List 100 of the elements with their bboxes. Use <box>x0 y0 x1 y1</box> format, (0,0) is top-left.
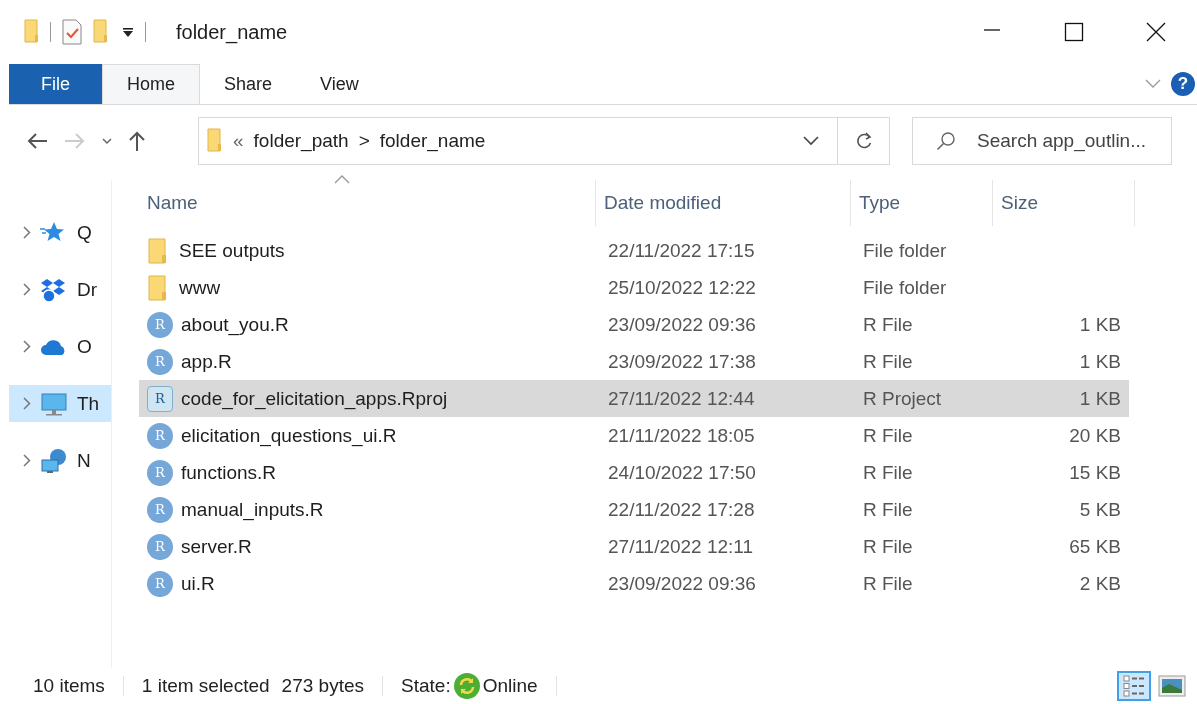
details-view-icon <box>1123 675 1145 697</box>
navigation-label: Q <box>77 221 92 244</box>
file-row[interactable]: R manual_inputs.R 22/11/2022 17:28 R File 5 KB <box>139 491 1129 528</box>
breadcrumb[interactable]: folder_name <box>379 130 486 152</box>
computer-icon <box>40 390 68 417</box>
date-modified: 22/11/2022 17:15 <box>607 239 756 262</box>
file-type: R File <box>862 572 914 595</box>
breadcrumb[interactable]: folder_path <box>253 130 349 152</box>
address-bar[interactable]: « folder_path > folder_name <box>198 117 838 165</box>
refresh-icon <box>854 132 873 150</box>
search-field[interactable]: Search app_outlin... <box>912 117 1172 165</box>
folder-icon <box>207 128 223 154</box>
date-modified: 22/11/2022 17:28 <box>607 498 756 521</box>
file-row[interactable]: R code_for_elicitation_apps.Rproj 27/11/2022 12:44 R Project 1 KB <box>139 380 1129 417</box>
file-type: R File <box>862 498 914 521</box>
file-type: R File <box>862 313 914 336</box>
r-file-icon: R <box>147 533 173 560</box>
chevron-right-icon[interactable] <box>23 454 31 467</box>
selection-info: 1 item selected <box>141 675 270 697</box>
navigation-item[interactable]: O <box>9 328 111 365</box>
file-size: 2 KB <box>1078 572 1122 595</box>
selection-size: 273 bytes <box>281 675 364 697</box>
file-name: manual_inputs.R <box>181 498 324 521</box>
r-file-icon: R <box>147 311 173 338</box>
file-name: elicitation_questions_ui.R <box>181 424 397 447</box>
file-row[interactable]: R ui.R 23/09/2022 09:36 R File 2 KB <box>139 565 1129 602</box>
refresh-button[interactable] <box>838 117 890 165</box>
ribbon-tab[interactable]: Share <box>200 64 297 104</box>
network-computer-icon <box>40 447 68 474</box>
file-type: File folder <box>862 239 948 262</box>
file-size: 1 KB <box>1078 313 1122 336</box>
navigation-label: Dr <box>77 278 98 301</box>
r-file-icon: R <box>147 348 173 375</box>
window-title: folder_name <box>176 20 288 44</box>
file-row[interactable]: R server.R 27/11/2022 12:11 R File 65 KB <box>139 528 1129 565</box>
navigation-label: O <box>77 335 92 358</box>
file-size: 65 KB <box>1068 535 1122 558</box>
date-modified: 21/11/2022 18:05 <box>607 424 756 447</box>
column-header[interactable]: Type <box>851 180 993 226</box>
navigation-label: Th <box>77 392 100 415</box>
file-name: about_you.R <box>181 313 289 336</box>
date-modified: 27/11/2022 12:44 <box>607 387 756 410</box>
dropdown-icon[interactable] <box>121 25 135 39</box>
r-file-icon: R <box>147 422 173 449</box>
large-icons-view-icon[interactable] <box>1157 674 1187 698</box>
overflow-chevron[interactable]: « <box>233 130 244 152</box>
file-name: ui.R <box>181 572 215 595</box>
file-row[interactable]: R app.R 23/09/2022 17:38 R File 1 KB <box>139 343 1129 380</box>
navigation-label: N <box>77 449 91 472</box>
file-type: R Project <box>862 387 943 410</box>
column-header[interactable]: Size <box>993 180 1135 226</box>
date-modified: 23/09/2022 09:36 <box>607 572 757 595</box>
r-file-icon: R <box>147 459 173 486</box>
file-type: R File <box>862 350 914 373</box>
date-modified: 25/10/2022 12:22 <box>607 276 757 299</box>
properties-icon[interactable] <box>61 19 83 45</box>
file-type: File folder <box>862 276 948 299</box>
navigation-item[interactable]: Q <box>9 214 111 251</box>
date-modified: 23/09/2022 17:38 <box>607 350 757 373</box>
file-size: 1 KB <box>1078 387 1122 410</box>
file-name: server.R <box>181 535 252 558</box>
file-row[interactable]: www 25/10/2022 12:22 File folder <box>139 269 1129 306</box>
details-view-button[interactable] <box>1117 671 1151 701</box>
file-name: functions.R <box>181 461 277 484</box>
file-type: R File <box>862 461 914 484</box>
up-arrow-icon[interactable] <box>128 130 146 152</box>
column-header[interactable]: Date modified <box>596 180 851 226</box>
navigation-item[interactable]: Dr <box>9 271 111 308</box>
r-file-icon: R <box>147 496 173 523</box>
navigation-item[interactable]: N <box>9 442 111 479</box>
chevron-right-icon[interactable] <box>23 397 31 410</box>
file-row[interactable]: R elicitation_questions_ui.R 21/11/2022 18:05 R File 20 KB <box>139 417 1129 454</box>
file-name: SEE outputs <box>179 239 285 262</box>
file-name: app.R <box>181 350 232 373</box>
state-value: Online <box>482 675 538 697</box>
help-button[interactable]: ? <box>1171 72 1195 96</box>
item-count: 10 items <box>33 675 105 697</box>
file-name: www <box>179 276 221 299</box>
file-menu-tab[interactable]: File <box>9 64 102 104</box>
file-row[interactable]: R functions.R 24/10/2022 17:50 R File 15 KB <box>139 454 1129 491</box>
column-header[interactable]: Name <box>139 180 596 226</box>
navigation-item[interactable]: Th <box>9 385 111 422</box>
file-row[interactable]: R about_you.R 23/09/2022 09:36 R File 1 KB <box>139 306 1129 343</box>
chevron-right-icon[interactable] <box>23 226 31 239</box>
date-modified: 24/10/2022 17:50 <box>607 461 757 484</box>
date-modified: 27/11/2022 12:11 <box>607 535 755 558</box>
search-icon <box>936 131 956 151</box>
date-modified: 23/09/2022 09:36 <box>607 313 757 336</box>
chevron-down-icon[interactable] <box>102 137 112 145</box>
sync-icon <box>452 672 481 700</box>
r-file-icon: R <box>147 570 173 597</box>
sort-ascending-icon[interactable] <box>334 175 350 184</box>
chevron-right-icon[interactable] <box>23 283 31 296</box>
chevron-down-icon[interactable] <box>803 136 819 146</box>
file-size: 5 KB <box>1078 498 1122 521</box>
back-arrow-icon[interactable] <box>26 132 48 150</box>
ribbon-tab[interactable]: Home <box>102 64 201 104</box>
chevron-right-icon[interactable] <box>23 340 31 353</box>
ribbon-tab[interactable]: View <box>296 64 383 104</box>
file-row[interactable]: SEE outputs 22/11/2022 17:15 File folder <box>139 232 1129 269</box>
